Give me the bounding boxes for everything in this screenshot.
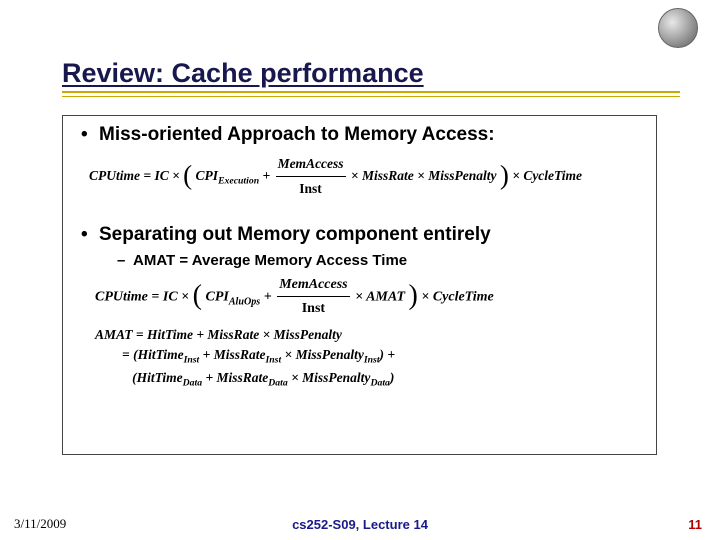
- equation-1: CPUtime = IC × ( CPIExecution + MemAcces…: [89, 152, 644, 202]
- bullet-2: •Separating out Memory component entirel…: [81, 224, 644, 246]
- footer-center: cs252-S09, Lecture 14: [0, 517, 720, 532]
- seal-logo: [658, 8, 698, 48]
- title-block: Review: Cache performance: [62, 58, 680, 97]
- equation-2: CPUtime = IC × ( CPIAluOps + MemAccessIn…: [95, 273, 644, 322]
- bullet-2-sub-text: AMAT = Average Memory Access Time: [133, 252, 407, 269]
- bullet-2-sub: –AMAT = Average Memory Access Time: [117, 252, 644, 269]
- title-underline: [62, 91, 680, 97]
- bullet-2-text: Separating out Memory component entirely: [99, 224, 491, 246]
- bullet-1-text: Miss-oriented Approach to Memory Access:: [99, 124, 495, 146]
- footer-page-number: 11: [688, 517, 702, 532]
- slide-title: Review: Cache performance: [62, 58, 680, 89]
- bullet-1: •Miss-oriented Approach to Memory Access…: [81, 124, 644, 146]
- equation-3: AMAT = HitTime + MissRate × MissPenalty …: [95, 325, 644, 390]
- footer: 3/11/2009 cs252-S09, Lecture 14 11: [0, 514, 720, 532]
- content-frame: •Miss-oriented Approach to Memory Access…: [62, 115, 657, 455]
